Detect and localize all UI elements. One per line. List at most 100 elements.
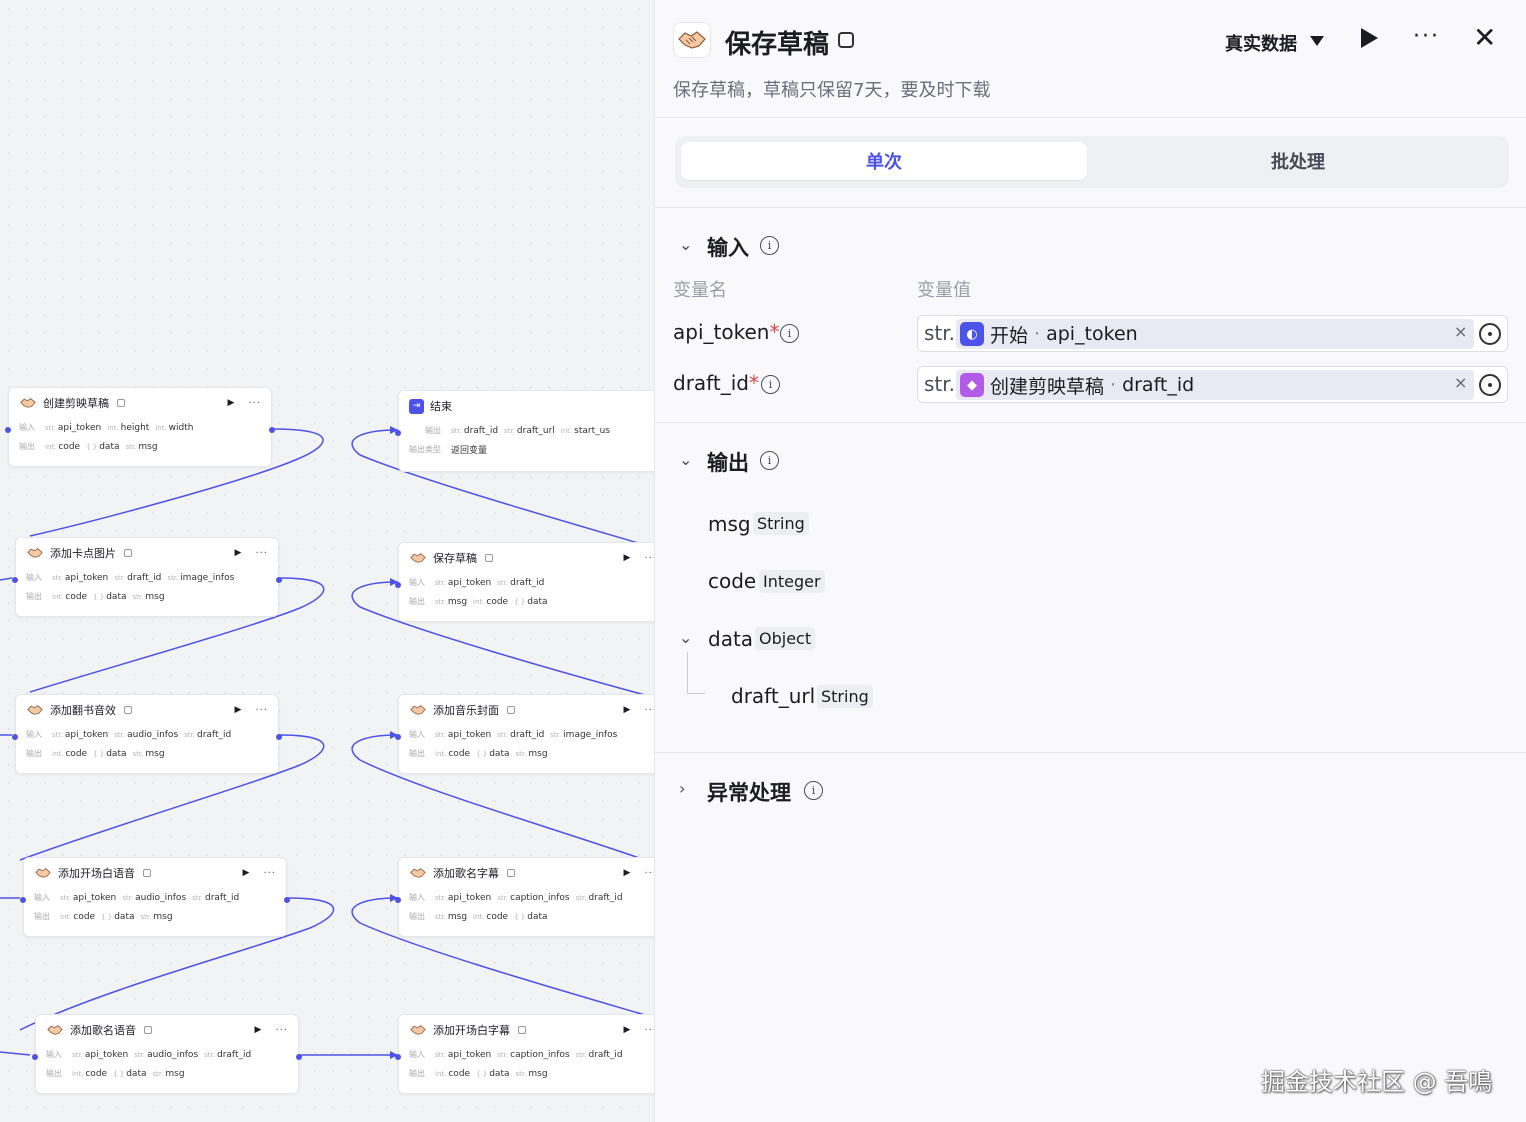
panel-title: 保存草稿 [725,30,830,60]
workflow-node-add-opening-voice[interactable]: 添加开场白语音 ▶ ··· 输入 str. api_token str. audio_info… [23,857,287,937]
info-icon[interactable]: i [760,451,779,470]
output-port[interactable] [284,897,290,903]
output-port[interactable] [276,577,282,583]
param-type: str. [192,893,203,902]
caret-down-icon[interactable] [1310,36,1324,46]
variable-reference-field[interactable]: str. ◆ 创建剪映草稿 · draft_id × [917,366,1508,403]
input-port[interactable] [12,734,18,740]
more-options-icon[interactable]: ··· [644,868,654,879]
input-port[interactable] [5,427,11,433]
node-param-row: 输出 int. code { } data str. msg [24,907,286,926]
info-icon[interactable]: i [804,781,823,800]
column-header-value: 变量值 [917,280,971,301]
data-mode-dropdown[interactable]: 真实数据 [1225,30,1297,56]
param-type: str. [435,893,446,902]
clear-icon[interactable]: × [1454,322,1467,341]
output-port[interactable] [276,734,282,740]
workflow-canvas[interactable]: 创建剪映草稿 ▶ ··· 输入 str. api_token int. height int. w… [0,0,654,1122]
node-title: 添加音乐封面 [433,704,499,717]
output-field-type: String [753,512,809,535]
row-label: 输入 [46,1050,62,1059]
clear-icon[interactable]: × [1454,373,1467,392]
play-icon[interactable]: ▶ [235,548,242,558]
param-type: str. [132,749,144,758]
variable-reference-field[interactable]: str. ◐ 开始 · api_token × [917,315,1508,352]
info-icon[interactable]: i [780,324,799,343]
input-port[interactable] [12,577,18,583]
chevron-right-icon[interactable]: › [679,779,685,798]
edge-left-in-4 [0,1051,31,1056]
workflow-node-add-card-image[interactable]: 添加卡点图片 ▶ ··· 输入 str. api_token str. draft_id str… [15,537,279,617]
param-type: int. [473,912,485,921]
param-name: data [106,591,127,602]
output-divider [655,752,1526,753]
play-icon[interactable]: ▶ [235,705,242,715]
workflow-node-add-opening-caption[interactable]: 添加开场白字幕▶···输入str.api_tokenstr.caption_in… [398,1014,654,1094]
workflow-node-add-song-caption[interactable]: 添加歌名字幕▶···输入str.api_tokenstr.caption_inf… [398,857,654,937]
node-header: 添加音乐封面 ▶ ··· [399,695,654,725]
chevron-down-icon[interactable]: ⌄ [679,235,692,254]
tab-single[interactable]: 单次 [681,142,1087,180]
more-options-icon[interactable]: ··· [644,1025,654,1036]
workflow-node-add-song-voice[interactable]: 添加歌名语音 ▶ ··· 输入 str. api_token str. audio_infos… [35,1014,299,1094]
plugin-badge-icon [518,1026,526,1034]
variable-picker-icon[interactable] [1479,323,1501,345]
param-tag: str. draft_id [114,573,161,583]
play-icon[interactable]: ▶ [255,1025,262,1035]
param-tag: str. draft_url [504,426,555,436]
workflow-node-end[interactable]: ⇥ 结束 输出 str. draft_id str. draft_url int. start_… [398,390,654,472]
chevron-down-icon[interactable]: ⌄ [679,628,692,647]
more-options-icon[interactable]: ··· [255,548,268,559]
input-port[interactable] [395,430,401,436]
close-icon[interactable]: ✕ [1473,24,1496,52]
input-port[interactable] [395,1054,401,1060]
param-tag: str. caption_infos [497,893,569,903]
handshake-icon [673,22,711,58]
output-type-value: 返回变量 [451,446,488,456]
info-icon[interactable]: i [760,236,779,255]
source-node-name: 创建剪映草稿 [990,375,1105,398]
reference-chip[interactable]: ◆ 创建剪映草稿 · draft_id [956,370,1474,400]
play-icon[interactable]: ▶ [243,868,250,878]
param-type: { } [93,592,105,601]
input-port[interactable] [20,897,26,903]
node-title: 结束 [430,400,452,413]
play-icon[interactable]: ▶ [624,1025,631,1035]
workflow-node-save-draft[interactable]: 保存草稿▶···输入str.api_tokenstr.draft_id输出str… [398,542,654,622]
play-icon[interactable]: ▶ [624,705,631,715]
play-icon[interactable]: ▶ [624,553,631,563]
more-options-icon[interactable]: ··· [644,553,654,564]
workflow-node-add-page-sfx[interactable]: 添加翻书音效 ▶ ··· 输入 str. api_token str. audio_infos… [15,694,279,774]
param-tag: { } data [476,1069,509,1079]
play-icon[interactable]: ▶ [228,398,235,408]
workflow-node-add-music-cover[interactable]: 添加音乐封面▶···输入str.api_tokenstr.draft_idstr… [398,694,654,774]
play-icon[interactable] [1361,28,1378,48]
variable-picker-icon[interactable] [1479,374,1501,396]
input-port[interactable] [32,1054,38,1060]
param-type: int. [473,597,485,606]
tab-batch[interactable]: 批处理 [1095,142,1501,180]
input-port[interactable] [395,897,401,903]
more-options-icon[interactable]: ··· [255,705,268,716]
exception-section-title[interactable]: 异常处理 [707,777,791,807]
input-port[interactable] [395,582,401,588]
input-port[interactable] [395,734,401,740]
param-type: str. [52,730,63,739]
param-type: int. [52,592,64,601]
more-options-icon[interactable]: ··· [263,868,276,879]
output-port[interactable] [296,1054,302,1060]
more-options-icon[interactable]: ··· [275,1025,288,1036]
chevron-down-icon[interactable]: ⌄ [679,450,692,469]
handshake-icon [27,705,43,715]
param-name: code [448,1068,471,1079]
more-options-icon[interactable]: ··· [644,705,654,716]
output-port[interactable] [269,427,275,433]
row-label: 输出类型 [409,445,441,454]
node-param-row: 输入 str. api_token str. draft_id str. image_inf… [16,568,278,587]
play-icon[interactable]: ▶ [624,868,631,878]
info-icon[interactable]: i [761,375,780,394]
more-options-icon[interactable]: ··· [1413,24,1440,49]
more-options-icon[interactable]: ··· [248,398,261,409]
workflow-node-create-draft[interactable]: 创建剪映草稿 ▶ ··· 输入 str. api_token int. height int. w… [8,387,272,467]
reference-chip[interactable]: ◐ 开始 · api_token [956,319,1474,349]
